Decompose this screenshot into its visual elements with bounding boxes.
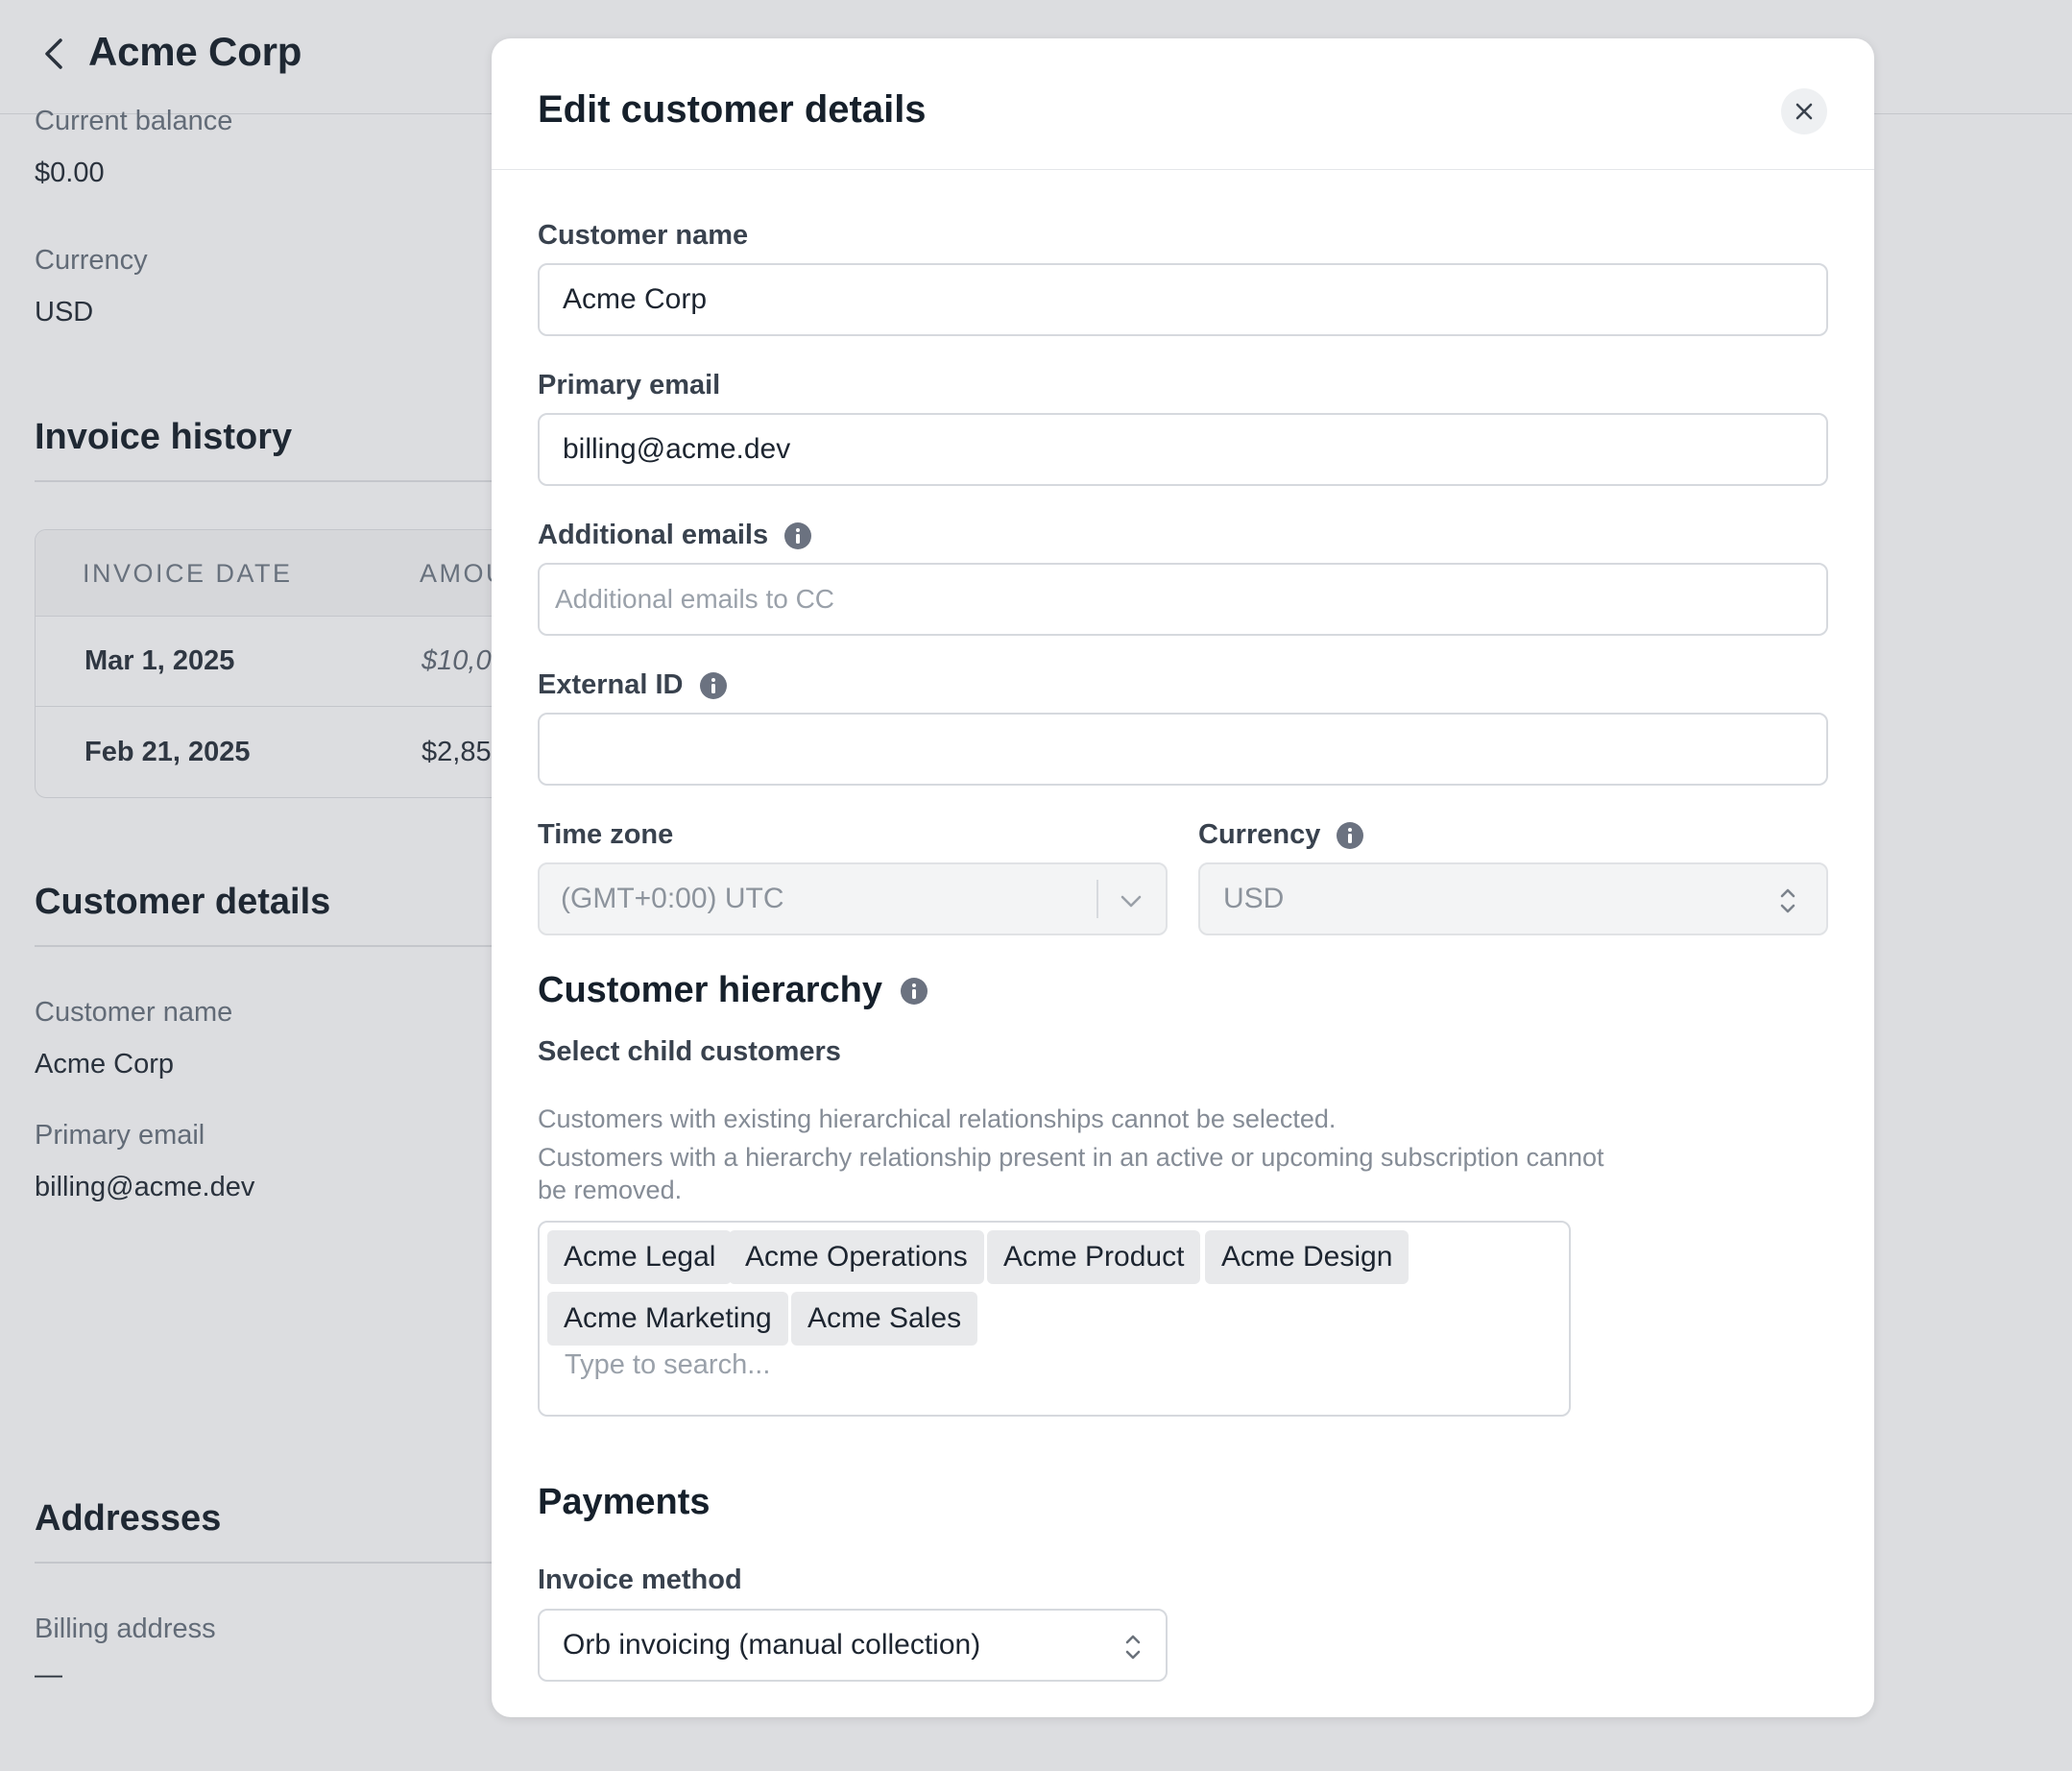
currency-select[interactable]: USD — [1198, 862, 1828, 935]
back-chevron-icon[interactable] — [38, 35, 69, 73]
table-header: INVOICE DATE AMOU — [36, 530, 533, 617]
page-title: Acme Corp — [88, 29, 302, 74]
child-customers-multiselect[interactable]: Acme Legal Acme Operations Acme Product … — [538, 1221, 1571, 1417]
external-id-input[interactable] — [538, 713, 1828, 786]
invoice-amount-cell: $2,85 — [422, 737, 492, 767]
currency-value: USD — [35, 297, 94, 328]
additional-emails-label-text: Additional emails — [538, 520, 769, 550]
primary-email-label: Primary email — [538, 370, 720, 401]
customer-name-label: Customer name — [35, 997, 233, 1028]
time-zone-value: (GMT+0:00) UTC — [561, 883, 784, 914]
tag-chip[interactable]: Acme Sales — [791, 1292, 978, 1346]
edit-customer-modal: Edit customer details Customer name Acme… — [492, 38, 1874, 1717]
hierarchy-help-text-1: Customers with existing hierarchical rel… — [538, 1104, 1337, 1133]
current-balance-value: $0.00 — [35, 158, 105, 188]
customer-name-input[interactable]: Acme Corp — [538, 263, 1828, 336]
external-id-label: External ID — [538, 669, 728, 701]
customer-name-value: Acme Corp — [35, 1049, 175, 1080]
customer-hierarchy-heading-text: Customer hierarchy — [538, 970, 883, 1010]
customer-name-label-text: Customer name — [538, 220, 749, 251]
time-zone-label: Time zone — [538, 819, 673, 851]
currency-value: USD — [1223, 883, 1285, 914]
info-icon[interactable] — [900, 977, 928, 1006]
chevron-up-down-icon — [1125, 1635, 1141, 1660]
additional-emails-label: Additional emails — [538, 520, 812, 551]
customer-name-label: Customer name — [538, 220, 748, 252]
time-zone-label-text: Time zone — [538, 819, 674, 850]
invoice-method-select[interactable]: Orb invoicing (manual collection) — [538, 1609, 1168, 1682]
column-header-invoice-date[interactable]: INVOICE DATE — [83, 559, 293, 589]
tag-chip[interactable]: Acme Product — [987, 1230, 1201, 1284]
select-separator — [1096, 880, 1098, 918]
invoice-history-heading: Invoice history — [35, 417, 293, 457]
chevron-up-down-icon — [1780, 888, 1795, 913]
customer-details-heading: Customer details — [35, 882, 331, 922]
primary-email-label-text: Primary email — [538, 370, 721, 400]
invoice-date-cell: Mar 1, 2025 — [84, 645, 235, 676]
time-zone-select[interactable]: (GMT+0:00) UTC — [538, 862, 1168, 935]
tag-chip[interactable]: Acme Legal — [547, 1230, 733, 1284]
additional-emails-input[interactable]: Additional emails to CC — [538, 563, 1828, 636]
currency-label: Currency — [1198, 819, 1364, 851]
payments-heading: Payments — [538, 1482, 711, 1523]
primary-email-value: billing@acme.dev — [35, 1172, 255, 1202]
info-icon[interactable] — [783, 522, 812, 550]
customer-hierarchy-heading: Customer hierarchy — [538, 970, 928, 1011]
external-id-label-text: External ID — [538, 669, 684, 700]
tag-chip[interactable]: Acme Design — [1205, 1230, 1409, 1284]
payments-heading-text: Payments — [538, 1482, 711, 1522]
addresses-heading: Addresses — [35, 1498, 222, 1539]
customer-search-input[interactable]: Type to search... — [565, 1349, 770, 1381]
select-child-customers-label: Select child customers — [538, 1036, 841, 1067]
tag-chip[interactable]: Acme Marketing — [547, 1292, 788, 1346]
table-row[interactable]: Feb 21, 2025 $2,85 — [36, 708, 533, 797]
divider — [35, 480, 495, 482]
current-balance-label: Current balance — [35, 106, 233, 136]
info-icon[interactable] — [699, 671, 728, 700]
hierarchy-help-text-2: Customers with a hierarchy relationship … — [538, 1143, 1604, 1204]
modal-header: Edit customer details — [492, 38, 1874, 170]
divider — [35, 1562, 495, 1564]
invoice-date-cell: Feb 21, 2025 — [84, 737, 251, 767]
tag-chip[interactable]: Acme Operations — [729, 1230, 984, 1284]
divider — [35, 945, 495, 947]
invoice-method-label-text: Invoice method — [538, 1565, 742, 1595]
currency-label-text: Currency — [1198, 819, 1321, 850]
modal-title: Edit customer details — [538, 88, 927, 131]
close-button[interactable] — [1781, 88, 1827, 134]
billing-address-value: — — [35, 1660, 62, 1690]
primary-email-input[interactable]: billing@acme.dev — [538, 413, 1828, 486]
invoice-amount-cell: $10,0 — [422, 645, 492, 676]
primary-email-label: Primary email — [35, 1120, 205, 1151]
currency-label: Currency — [35, 245, 148, 276]
info-icon[interactable] — [1336, 821, 1364, 850]
invoice-method-value: Orb invoicing (manual collection) — [563, 1629, 981, 1661]
invoice-table: INVOICE DATE AMOU Mar 1, 2025 $10,0 Feb … — [35, 529, 534, 798]
chevron-down-icon — [1120, 895, 1142, 908]
invoice-method-label: Invoice method — [538, 1565, 742, 1596]
table-row[interactable]: Mar 1, 2025 $10,0 — [36, 617, 533, 707]
close-icon — [1795, 103, 1813, 120]
billing-address-label: Billing address — [35, 1613, 216, 1644]
